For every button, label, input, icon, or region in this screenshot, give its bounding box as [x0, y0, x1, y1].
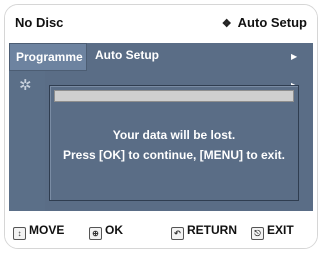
setup-title-label: Auto Setup	[237, 15, 307, 30]
ok-label: OK	[105, 223, 123, 237]
menu-tile-2[interactable]: ✲	[9, 71, 45, 100]
warning-dialog: Your data will be lost. Press [OK] to co…	[49, 85, 299, 201]
exit-icon: ⎋	[251, 227, 264, 240]
dialog-message-line2: Press [OK] to continue, [MENU] to exit.	[62, 148, 285, 162]
chevron-right-icon: ▶	[291, 52, 298, 61]
gear-icon: ✲	[19, 77, 32, 94]
menu-tile-3[interactable]	[9, 99, 45, 128]
disc-status: No Disc	[15, 15, 64, 30]
exit-label: EXIT	[267, 223, 294, 237]
return-label: RETURN	[187, 223, 237, 237]
menu-tile-4[interactable]	[9, 127, 45, 156]
menu-tile-5[interactable]	[9, 155, 45, 184]
menu-item-label: Programme	[16, 50, 83, 64]
menu-tile-6[interactable]	[9, 183, 45, 211]
dialog-title-bar	[54, 90, 294, 102]
submenu-auto-setup[interactable]: Auto Setup	[95, 48, 159, 62]
move-label: MOVE	[29, 223, 65, 237]
up-down-icon: ↕	[13, 227, 26, 240]
setup-title: ❖ Auto Setup	[222, 15, 307, 30]
footer-bar: ↕ MOVE ⊕ OK ↶ RETURN ⎋ EXIT	[5, 213, 317, 248]
ok-icon: ⊕	[89, 227, 102, 240]
return-hint: ↶ RETURN	[171, 223, 237, 240]
gear-icon: ❖	[221, 18, 232, 30]
ok-hint: ⊕ OK	[89, 223, 123, 240]
menu-panel: ✲ Programme Auto Setup ▶ ▶ Your data wil…	[9, 43, 313, 211]
return-icon: ↶	[171, 227, 184, 240]
setup-window: No Disc ❖ Auto Setup ✲ Programme Auto Set…	[4, 4, 318, 249]
dialog-message-line1: Your data will be lost.	[112, 128, 236, 142]
move-hint: ↕ MOVE	[13, 223, 64, 240]
menu-item-programme[interactable]: Programme	[9, 43, 87, 71]
title-bar: No Disc ❖ Auto Setup	[5, 5, 317, 41]
exit-hint: ⎋ EXIT	[251, 223, 294, 240]
